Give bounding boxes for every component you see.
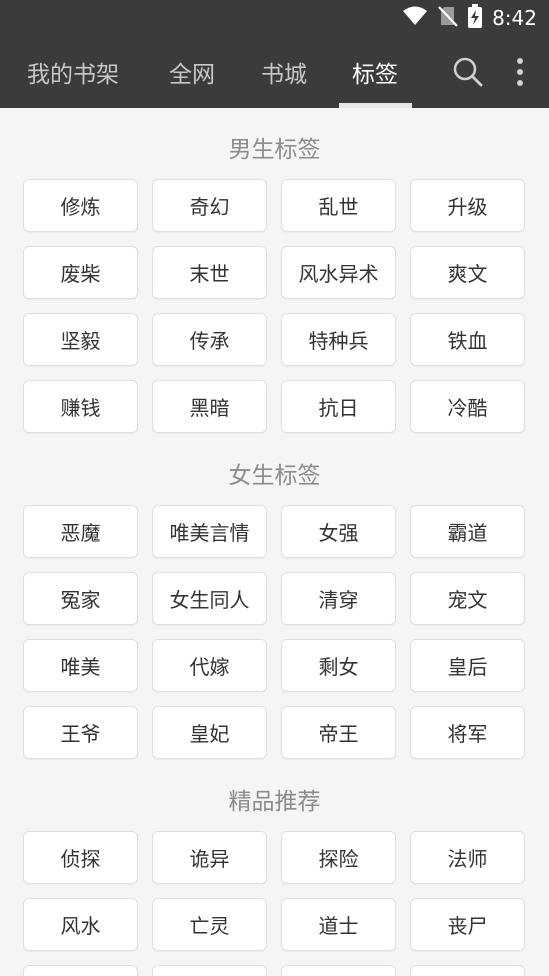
tag-button[interactable]: 探险 [281, 831, 396, 884]
tag-button[interactable]: 抗日 [281, 380, 396, 433]
tag-button-partial[interactable] [23, 965, 138, 976]
tag-button[interactable]: 冷酷 [410, 380, 525, 433]
tab-bookstore[interactable]: 书城 [252, 36, 316, 108]
tag-button[interactable]: 修炼 [23, 179, 138, 232]
status-bar: 8:42 [0, 0, 549, 36]
tag-button[interactable]: 帝王 [281, 706, 396, 759]
tag-button[interactable]: 霸道 [410, 505, 525, 558]
tag-button-partial[interactable] [152, 965, 267, 976]
battery-charging-icon [468, 4, 483, 32]
tag-button[interactable]: 废柴 [23, 246, 138, 299]
tag-button[interactable]: 黑暗 [152, 380, 267, 433]
tag-button[interactable]: 恶魔 [23, 505, 138, 558]
tag-button[interactable]: 皇妃 [152, 706, 267, 759]
tag-list[interactable]: 男生标签修炼 奇幻 乱世 升级废柴 末世 风水异术 爽文坚毅 传承 特种兵 铁血赚钱 黑暗 抗日 冷酷女… [0, 108, 549, 976]
tag-button[interactable]: 冤家 [23, 572, 138, 625]
tag-button[interactable]: 铁血 [410, 313, 525, 366]
tag-button[interactable]: 特种兵 [281, 313, 396, 366]
tag-button[interactable]: 法师 [410, 831, 525, 884]
section-title-female-tags: 女生标签 [228, 463, 321, 489]
search-icon[interactable] [448, 36, 488, 108]
tab-all-web[interactable]: 全网 [160, 36, 224, 108]
tag-button[interactable]: 王爷 [23, 706, 138, 759]
tag-button[interactable]: 皇后 [410, 639, 525, 692]
more-vert-icon[interactable] [506, 36, 534, 108]
tag-button[interactable]: 升级 [410, 179, 525, 232]
tab-tags[interactable]: 标签 [343, 36, 407, 108]
tag-button[interactable]: 爽文 [410, 246, 525, 299]
tag-button[interactable]: 坚毅 [23, 313, 138, 366]
tag-button[interactable]: 宠文 [410, 572, 525, 625]
tag-button[interactable]: 侦探 [23, 831, 138, 884]
tag-button-partial[interactable] [410, 965, 525, 976]
tag-button[interactable]: 风水异术 [281, 246, 396, 299]
tag-button[interactable]: 清穿 [281, 572, 396, 625]
tag-button[interactable]: 将军 [410, 706, 525, 759]
tab-bookshelf[interactable]: 我的书架 [14, 36, 132, 108]
status-time: 8:42 [492, 6, 537, 30]
section-title-featured-tags: 精品推荐 [228, 789, 321, 815]
tag-button[interactable]: 唯美言情 [152, 505, 267, 558]
no-sim-icon [438, 5, 458, 31]
toolbar: 我的书架 全网 书城 标签 [0, 36, 549, 108]
tag-button-partial[interactable] [281, 965, 396, 976]
tag-button[interactable]: 剩女 [281, 639, 396, 692]
wifi-icon [402, 6, 428, 30]
tag-button[interactable]: 女生同人 [152, 572, 267, 625]
section-title-male-tags: 男生标签 [228, 137, 321, 163]
tag-button[interactable]: 传承 [152, 313, 267, 366]
tag-button[interactable]: 赚钱 [23, 380, 138, 433]
tag-button[interactable]: 诡异 [152, 831, 267, 884]
tag-button[interactable]: 乱世 [281, 179, 396, 232]
tag-button[interactable]: 亡灵 [152, 898, 267, 951]
tag-button[interactable]: 末世 [152, 246, 267, 299]
tag-button[interactable]: 女强 [281, 505, 396, 558]
tag-button[interactable]: 代嫁 [152, 639, 267, 692]
tag-button[interactable]: 道士 [281, 898, 396, 951]
tag-button[interactable]: 奇幻 [152, 179, 267, 232]
tag-button[interactable]: 丧尸 [410, 898, 525, 951]
status-icons: 8:42 [402, 0, 537, 36]
tag-button[interactable]: 唯美 [23, 639, 138, 692]
tag-button[interactable]: 风水 [23, 898, 138, 951]
